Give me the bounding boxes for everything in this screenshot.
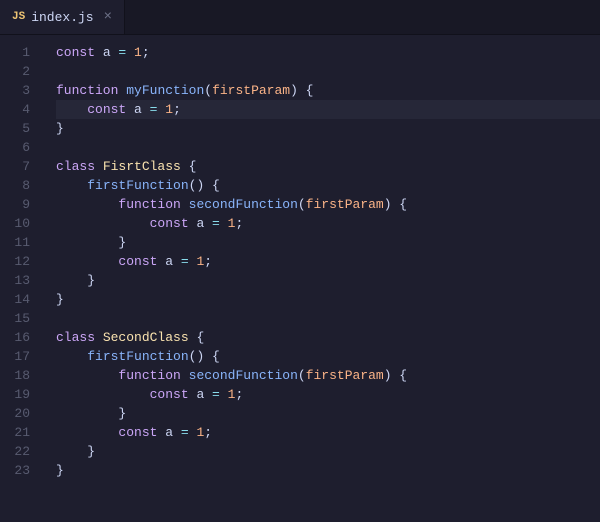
- code-line-2: [56, 62, 600, 81]
- line-num-13: 13: [0, 271, 40, 290]
- code-line-12: const a = 1;: [56, 252, 600, 271]
- line-num-21: 21: [0, 423, 40, 442]
- tab-index-js[interactable]: JS index.js ×: [0, 0, 125, 34]
- line-num-3: 3: [0, 81, 40, 100]
- line-num-12: 12: [0, 252, 40, 271]
- code-line-11: }: [56, 233, 600, 252]
- tab-filename: index.js: [31, 10, 93, 25]
- line-num-5: 5: [0, 119, 40, 138]
- line-num-1: 1: [0, 43, 40, 62]
- line-num-22: 22: [0, 442, 40, 461]
- code-line-13: }: [56, 271, 600, 290]
- code-line-8: firstFunction() {: [56, 176, 600, 195]
- line-num-19: 19: [0, 385, 40, 404]
- tab-bar: JS index.js ×: [0, 0, 600, 35]
- code-line-18: function secondFunction(firstParam) {: [56, 366, 600, 385]
- code-line-5: }: [56, 119, 600, 138]
- code-line-16: class SecondClass {: [56, 328, 600, 347]
- code-area[interactable]: const a = 1; function myFunction(firstPa…: [40, 35, 600, 522]
- line-num-16: 16: [0, 328, 40, 347]
- tab-language-icon: JS: [12, 11, 25, 23]
- code-line-17: firstFunction() {: [56, 347, 600, 366]
- line-num-6: 6: [0, 138, 40, 157]
- code-line-20: }: [56, 404, 600, 423]
- line-num-10: 10: [0, 214, 40, 233]
- code-line-7: class FisrtClass {: [56, 157, 600, 176]
- line-num-7: 7: [0, 157, 40, 176]
- line-num-20: 20: [0, 404, 40, 423]
- line-num-8: 8: [0, 176, 40, 195]
- code-line-23: }: [56, 461, 600, 480]
- code-line-9: function secondFunction(firstParam) {: [56, 195, 600, 214]
- line-numbers: 1 2 3 4 5 6 7 8 9 10 11 12 13 14 15 16 1…: [0, 35, 40, 522]
- code-line-21: const a = 1;: [56, 423, 600, 442]
- code-line-4: const a = 1;: [56, 100, 600, 119]
- code-line-14: }: [56, 290, 600, 309]
- code-line-15: [56, 309, 600, 328]
- code-line-3: function myFunction(firstParam) {: [56, 81, 600, 100]
- line-num-14: 14: [0, 290, 40, 309]
- code-line-22: }: [56, 442, 600, 461]
- line-num-9: 9: [0, 195, 40, 214]
- code-line-10: const a = 1;: [56, 214, 600, 233]
- code-line-19: const a = 1;: [56, 385, 600, 404]
- code-line-6: [56, 138, 600, 157]
- line-num-11: 11: [0, 233, 40, 252]
- line-num-17: 17: [0, 347, 40, 366]
- line-num-23: 23: [0, 461, 40, 480]
- line-num-15: 15: [0, 309, 40, 328]
- line-num-4: 4: [0, 100, 40, 119]
- editor-container: 1 2 3 4 5 6 7 8 9 10 11 12 13 14 15 16 1…: [0, 35, 600, 522]
- code-line-1: const a = 1;: [56, 43, 600, 62]
- line-num-18: 18: [0, 366, 40, 385]
- tab-close-button[interactable]: ×: [104, 9, 112, 25]
- line-num-2: 2: [0, 62, 40, 81]
